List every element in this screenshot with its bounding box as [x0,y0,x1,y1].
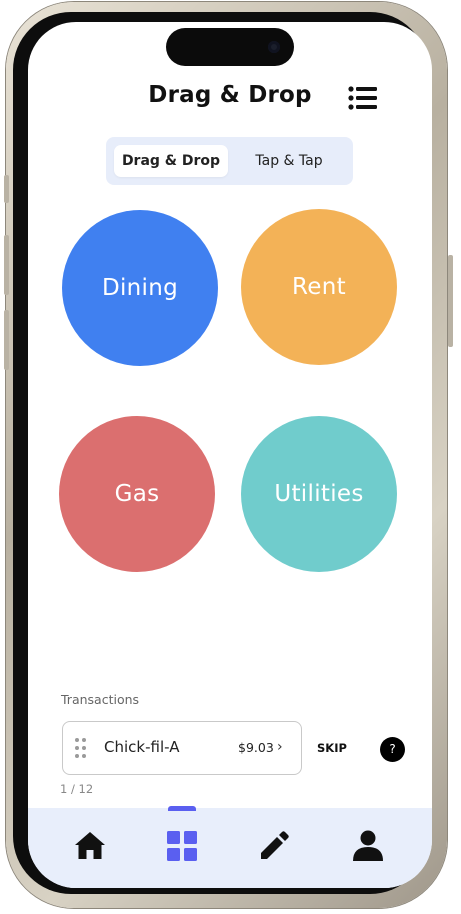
category-rent[interactable]: Rent [241,209,397,365]
transaction-progress: 1 / 12 [60,782,94,796]
category-utilities[interactable]: Utilities [241,416,397,572]
category-gas[interactable]: Gas [59,416,215,572]
tab-tap-and-tap[interactable]: Tap & Tap [233,145,345,177]
volume-down-button [4,310,9,370]
grid-icon[interactable] [165,828,199,862]
volume-up-button [4,235,9,295]
skip-button[interactable]: SKIP [317,741,347,755]
active-tab-indicator [168,806,196,811]
list-icon[interactable] [348,86,378,110]
mute-switch [4,175,9,203]
category-dining[interactable]: Dining [62,210,218,366]
drag-handle-icon[interactable] [75,738,87,758]
mode-toggle: Drag & Drop Tap & Tap [106,137,353,185]
person-icon[interactable] [351,828,385,862]
category-label: Rent [292,274,346,300]
chevron-right-icon[interactable]: › [277,739,283,755]
transaction-card[interactable]: Chick-fil-A $9.03 › [62,721,302,775]
dynamic-island [166,28,294,66]
camera-icon [268,41,280,53]
category-label: Utilities [274,481,364,507]
app-screen: Drag & Drop Drag & Drop Tap & Tap Dining… [28,22,432,888]
transaction-name: Chick-fil-A [104,738,180,756]
power-button [448,255,453,347]
transactions-heading: Transactions [61,692,140,707]
category-label: Gas [114,481,160,507]
tab-drag-and-drop[interactable]: Drag & Drop [114,145,228,177]
home-icon[interactable] [73,828,107,862]
category-label: Dining [101,275,179,301]
help-button[interactable]: ? [380,737,405,762]
transaction-amount: $9.03 [238,740,274,755]
pencil-icon[interactable] [256,828,290,862]
